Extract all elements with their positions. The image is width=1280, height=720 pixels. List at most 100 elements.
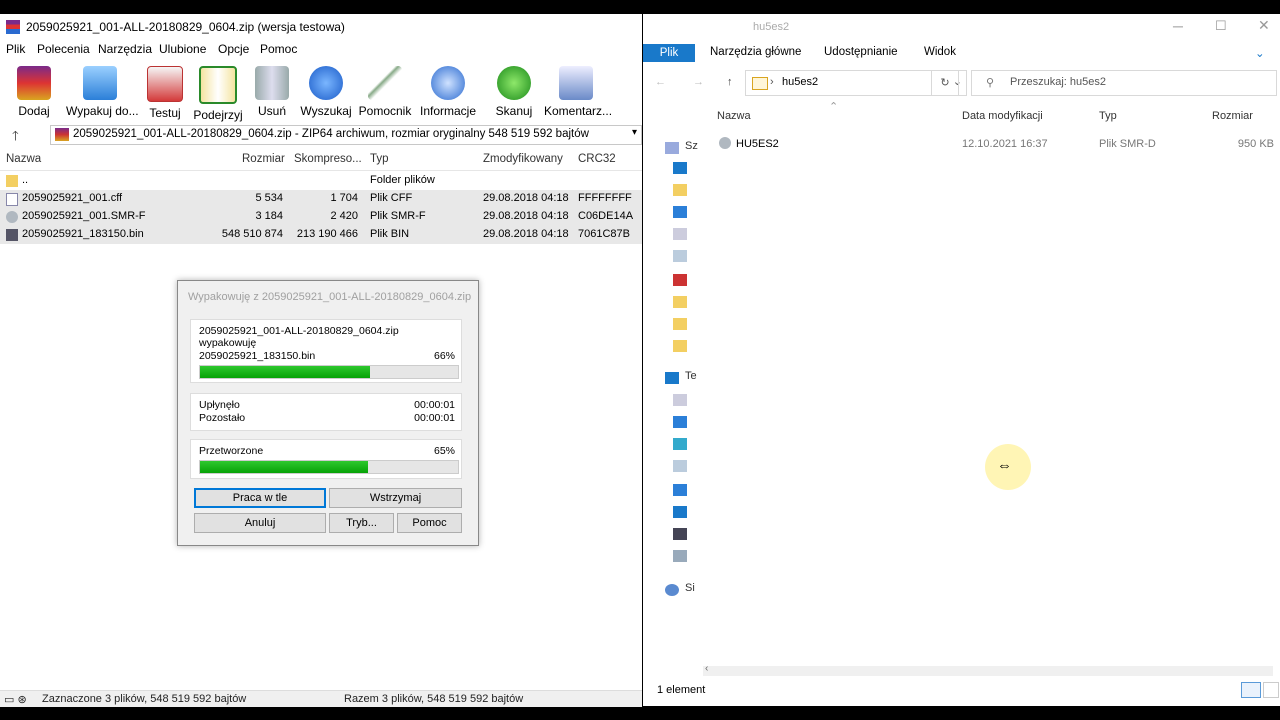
menu-opcje[interactable]: Opcje — [218, 42, 249, 56]
toolbar-extract-button[interactable]: Wypakuj do... — [66, 62, 139, 118]
binary-file-icon — [6, 229, 18, 241]
nav-label-quick-access[interactable]: Sz — [685, 140, 698, 152]
picture-icon[interactable] — [673, 250, 687, 262]
drive-icon: ▭ ⊛ — [4, 694, 27, 706]
total-progress-group: Przetworzone 65% — [190, 439, 462, 479]
3d-objects-icon[interactable] — [673, 438, 687, 450]
nav-label-this-pc[interactable]: Te — [685, 370, 697, 382]
toolbar-scan-button[interactable]: Skanuj — [482, 62, 546, 118]
mouse-cursor-highlight: ⇔ — [985, 444, 1031, 490]
menu-polecenia[interactable]: Polecenia — [37, 42, 90, 56]
ribbon-expand-icon[interactable]: ⌄ — [1255, 46, 1265, 60]
winrar-title: 2059025921_001-ALL-20180829_0604.zip (we… — [26, 20, 345, 34]
up-arrow-icon[interactable]: ↑ — [727, 76, 733, 88]
toolbar-add-button[interactable]: Dodaj — [2, 62, 66, 118]
column-date-modified[interactable]: Data modyfikacji — [962, 110, 1043, 122]
desktop-icon[interactable] — [673, 162, 687, 174]
cancel-button[interactable]: Anuluj — [194, 513, 326, 533]
search-box[interactable]: ⚲ Przeszukaj: hu5es2 — [971, 70, 1277, 96]
drive-icon[interactable] — [673, 550, 687, 562]
search-placeholder: Przeszukaj: hu5es2 — [1010, 76, 1106, 88]
download-icon[interactable] — [673, 484, 687, 496]
file-modified: 12.10.2021 16:37 — [962, 138, 1048, 150]
dialog-action: wypakowuję — [199, 337, 257, 349]
explorer-title: hu5es2 — [753, 21, 790, 33]
zip-archive-icon — [55, 128, 69, 141]
horizontal-scrollbar[interactable]: ‹ — [703, 663, 1273, 676]
ribbon-tab-plik[interactable]: Plik — [643, 44, 695, 62]
document-icon[interactable] — [673, 394, 687, 406]
ribbon-tab-home[interactable]: Narzędzia główne — [710, 46, 801, 58]
elapsed-value: 00:00:01 — [414, 399, 455, 411]
folder-icon[interactable] — [673, 340, 687, 352]
menu-narzedzia[interactable]: Narzędzia — [98, 42, 152, 56]
app-icon[interactable] — [673, 274, 687, 286]
ribbon-tab-view[interactable]: Widok — [924, 46, 956, 58]
quick-access-icon[interactable] — [665, 142, 679, 154]
menu-ulubione[interactable]: Ulubione — [159, 42, 206, 56]
elapsed-label: Upłynęło — [199, 399, 240, 411]
winrar-path-bar: 🡑 2059025921_001-ALL-20180829_0604.zip -… — [0, 124, 642, 146]
menu-pomoc[interactable]: Pomoc — [260, 42, 297, 56]
pause-button[interactable]: Wstrzymaj — [329, 488, 462, 508]
desktop-icon[interactable] — [673, 506, 687, 518]
network-icon[interactable] — [665, 584, 679, 596]
details-view-icon[interactable] — [1241, 682, 1261, 698]
close-icon[interactable]: ✕ — [1258, 17, 1270, 34]
explorer-window: hu5es2 ─ ☐ ✕ Plik Narzędzia główne Udost… — [643, 14, 1280, 706]
table-row[interactable]: 2059025921_183150.bin 548 510 874 213 19… — [0, 226, 642, 244]
download-icon[interactable] — [673, 206, 687, 218]
up-arrow-icon[interactable]: 🡑 — [12, 127, 19, 149]
table-row[interactable]: .. Folder plików — [0, 172, 642, 190]
column-packed[interactable]: Skompreso... — [294, 153, 362, 165]
nav-label-network[interactable]: Si — [685, 582, 695, 594]
folder-icon[interactable] — [673, 318, 687, 330]
table-row[interactable]: 2059025921_001.cff 5 534 1 704 Plik CFF … — [0, 190, 642, 208]
column-type[interactable]: Typ — [1099, 110, 1117, 122]
wizard-wand-icon — [368, 66, 402, 100]
music-icon[interactable] — [673, 416, 687, 428]
column-size[interactable]: Rozmiar — [242, 153, 285, 165]
back-arrow-icon[interactable]: ← — [655, 76, 666, 88]
sort-up-icon: ⌃ — [829, 101, 839, 113]
forward-arrow-icon[interactable]: → — [693, 76, 704, 88]
status-total: Razem 3 plików, 548 519 592 bajtów — [344, 693, 524, 705]
document-icon[interactable] — [673, 228, 687, 240]
tiles-view-icon[interactable] — [1263, 682, 1279, 698]
toolbar-comment-button[interactable]: Komentarz... — [544, 62, 612, 118]
column-modified[interactable]: Zmodyfikowany — [483, 153, 563, 165]
folder-icon[interactable] — [673, 184, 687, 196]
file-name: HU5ES2 — [736, 138, 779, 150]
chevron-down-icon[interactable]: ▾ — [632, 127, 637, 138]
this-pc-icon[interactable] — [665, 372, 679, 384]
folder-icon — [6, 175, 18, 187]
trash-icon — [255, 66, 289, 100]
picture-icon[interactable] — [673, 460, 687, 472]
ribbon-tab-share[interactable]: Udostępnianie — [824, 46, 898, 58]
dialog-title: Wypakowuję z 2059025921_001-ALL-20180829… — [188, 291, 472, 303]
column-name[interactable]: Nazwa — [717, 110, 751, 122]
toolbar-wizard-button[interactable]: Pomocnik — [353, 62, 417, 118]
column-crc[interactable]: CRC32 — [578, 153, 616, 165]
maximize-icon[interactable]: ☐ — [1215, 18, 1227, 34]
help-button[interactable]: Pomoc — [397, 513, 462, 533]
toolbar-info-button[interactable]: Informacje — [416, 62, 480, 118]
column-type[interactable]: Typ — [370, 153, 389, 165]
column-name[interactable]: Nazwa — [6, 153, 41, 165]
extract-progress-dialog: Wypakowuję z 2059025921_001-ALL-20180829… — [177, 280, 479, 546]
background-button[interactable]: Praca w tle — [194, 488, 326, 508]
column-size[interactable]: Rozmiar — [1212, 110, 1253, 122]
video-icon[interactable] — [673, 528, 687, 540]
item-count: 1 element — [657, 684, 706, 696]
menu-plik[interactable]: Plik — [6, 42, 25, 56]
folder-icon[interactable] — [673, 296, 687, 308]
archive-path-text: 2059025921_001-ALL-20180829_0604.zip - Z… — [73, 128, 589, 140]
toolbar-find-button[interactable]: Wyszukaj — [294, 62, 358, 118]
mode-button[interactable]: Tryb... — [329, 513, 394, 533]
processed-percent: 65% — [433, 445, 455, 457]
table-row[interactable]: 2059025921_001.SMR-F 3 184 2 420 Plik SM… — [0, 208, 642, 226]
scroll-left-icon[interactable]: ‹ — [705, 663, 708, 674]
refresh-icon[interactable]: ↻ — [931, 70, 959, 96]
archive-path-combo[interactable]: 2059025921_001-ALL-20180829_0604.zip - Z… — [50, 125, 642, 145]
minimize-icon[interactable]: ─ — [1173, 18, 1183, 34]
